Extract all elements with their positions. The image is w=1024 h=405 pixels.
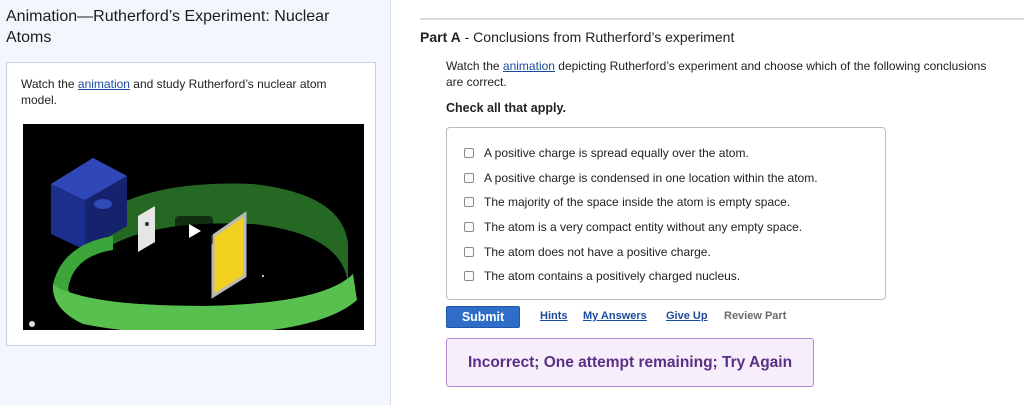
checkbox[interactable] <box>464 148 474 158</box>
choice-2[interactable]: A positive charge is condensed in one lo… <box>464 169 818 187</box>
intro-text: Watch the animation and study Rutherford… <box>21 76 351 108</box>
intro-prefix: Watch the <box>21 77 78 91</box>
checkbox[interactable] <box>464 222 474 232</box>
top-divider <box>420 18 1024 20</box>
check-all-label: Check all that apply. <box>446 101 566 115</box>
panel-title: Animation—Rutherford’s Experiment: Nucle… <box>6 8 330 46</box>
animation-link-2[interactable]: animation <box>503 59 555 73</box>
submit-button[interactable]: Submit <box>446 306 520 328</box>
intro-box: Watch the animation and study Rutherford… <box>6 62 376 346</box>
choice-label: A positive charge is spread equally over… <box>484 146 749 160</box>
part-label: Part A <box>420 29 461 45</box>
hints-link[interactable]: Hints <box>540 310 568 322</box>
choice-label: The majority of the space inside the ato… <box>484 195 791 209</box>
choice-6[interactable]: The atom contains a positively charged n… <box>464 267 740 285</box>
give-up-link[interactable]: Give Up <box>666 310 708 322</box>
play-icon[interactable] <box>175 216 213 246</box>
part-heading: Part A - Conclusions from Rutherford’s e… <box>420 29 734 45</box>
choice-5[interactable]: The atom does not have a positive charge… <box>464 243 711 261</box>
choice-label: A positive charge is condensed in one lo… <box>484 171 818 185</box>
checkbox[interactable] <box>464 197 474 207</box>
choice-label: The atom is a very compact entity withou… <box>484 220 803 234</box>
part-title: Conclusions from Rutherford’s experiment <box>473 29 735 45</box>
choice-1[interactable]: A positive charge is spread equally over… <box>464 144 749 162</box>
answer-choices: A positive charge is spread equally over… <box>446 127 886 300</box>
checkbox[interactable] <box>464 271 474 281</box>
choice-3[interactable]: The majority of the space inside the ato… <box>464 193 790 211</box>
animation-video[interactable] <box>23 124 364 330</box>
instr-prefix: Watch the <box>446 59 503 73</box>
part-separator: - <box>460 29 474 45</box>
intro-panel: Animation—Rutherford’s Experiment: Nucle… <box>0 0 391 405</box>
feedback-banner: Incorrect; One attempt remaining; Try Ag… <box>446 338 814 387</box>
feedback-text: Incorrect; One attempt remaining; Try Ag… <box>467 353 793 371</box>
checkbox[interactable] <box>464 173 474 183</box>
instructions: Watch the animation depicting Rutherford… <box>446 58 1006 90</box>
choice-4[interactable]: The atom is a very compact entity withou… <box>464 218 802 236</box>
choice-label: The atom does not have a positive charge… <box>484 245 711 259</box>
choice-label: The atom contains a positively charged n… <box>484 269 741 283</box>
checkbox[interactable] <box>464 247 474 257</box>
review-part-label: Review Part <box>724 310 787 322</box>
my-answers-link[interactable]: My Answers <box>583 310 647 322</box>
animation-link[interactable]: animation <box>78 77 130 91</box>
